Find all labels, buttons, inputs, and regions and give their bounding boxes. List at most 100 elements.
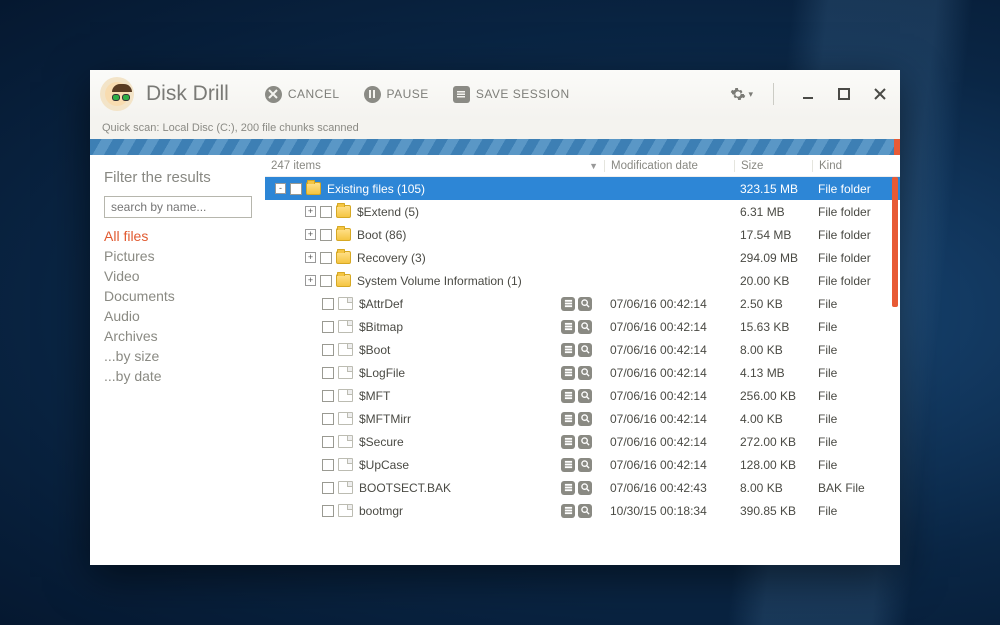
row-size: 272.00 KB xyxy=(734,435,812,449)
pause-button[interactable]: PAUSE xyxy=(358,82,435,107)
row-name: Existing files (105) xyxy=(327,182,425,196)
preview-magnify-icon[interactable] xyxy=(578,504,592,518)
row-date: 07/06/16 00:42:14 xyxy=(604,435,734,449)
row-kind: File folder xyxy=(812,228,890,242)
preview-list-icon[interactable] xyxy=(561,389,575,403)
table-row[interactable]: -Existing files (105)323.15 MBFile folde… xyxy=(265,177,900,200)
table-row[interactable]: +System Volume Information (1)20.00 KBFi… xyxy=(265,269,900,292)
table-row[interactable]: +$Extend (5)6.31 MBFile folder xyxy=(265,200,900,223)
table-row[interactable]: $Bitmap07/06/16 00:42:1415.63 KBFile xyxy=(265,315,900,338)
preview-list-icon[interactable] xyxy=(561,297,575,311)
preview-list-icon[interactable] xyxy=(561,320,575,334)
app-logo xyxy=(100,77,134,111)
scrollbar-thumb[interactable] xyxy=(892,177,898,307)
file-list: 247 items ▼ Modification date Size Kind … xyxy=(265,155,900,565)
row-checkbox[interactable] xyxy=(322,390,334,402)
table-row[interactable]: $MFT07/06/16 00:42:14256.00 KBFile xyxy=(265,384,900,407)
preview-list-icon[interactable] xyxy=(561,458,575,472)
filter-all-files[interactable]: All files xyxy=(104,226,251,246)
row-checkbox[interactable] xyxy=(320,275,332,287)
row-checkbox[interactable] xyxy=(322,367,334,379)
table-row[interactable]: bootmgr10/30/15 00:18:34390.85 KBFile xyxy=(265,499,900,522)
column-kind[interactable]: Kind xyxy=(812,160,890,172)
preview-list-icon[interactable] xyxy=(561,435,575,449)
row-checkbox[interactable] xyxy=(320,206,332,218)
preview-list-icon[interactable] xyxy=(561,412,575,426)
column-size[interactable]: Size xyxy=(734,160,812,172)
row-checkbox[interactable] xyxy=(322,413,334,425)
table-row[interactable]: +Recovery (3)294.09 MBFile folder xyxy=(265,246,900,269)
filter--by-date[interactable]: ...by date xyxy=(104,366,251,386)
preview-magnify-icon[interactable] xyxy=(578,412,592,426)
row-checkbox[interactable] xyxy=(322,344,334,356)
row-kind: File xyxy=(812,389,890,403)
preview-magnify-icon[interactable] xyxy=(578,435,592,449)
row-kind: File xyxy=(812,366,890,380)
scrollbar[interactable] xyxy=(892,177,898,565)
expand-icon[interactable]: + xyxy=(305,229,316,240)
column-date[interactable]: Modification date xyxy=(604,160,734,172)
save-session-label: SAVE SESSION xyxy=(476,87,570,101)
row-checkbox[interactable] xyxy=(322,436,334,448)
expand-icon[interactable]: + xyxy=(305,275,316,286)
row-kind: File folder xyxy=(812,251,890,265)
row-checkbox[interactable] xyxy=(322,459,334,471)
preview-list-icon[interactable] xyxy=(561,481,575,495)
cancel-button[interactable]: CANCEL xyxy=(259,82,346,107)
table-row[interactable]: $MFTMirr07/06/16 00:42:144.00 KBFile xyxy=(265,407,900,430)
row-checkbox[interactable] xyxy=(290,183,302,195)
file-icon xyxy=(338,412,353,425)
preview-magnify-icon[interactable] xyxy=(578,481,592,495)
table-row[interactable]: $Boot07/06/16 00:42:148.00 KBFile xyxy=(265,338,900,361)
preview-magnify-icon[interactable] xyxy=(578,320,592,334)
preview-magnify-icon[interactable] xyxy=(578,458,592,472)
table-row[interactable]: $AttrDef07/06/16 00:42:142.50 KBFile xyxy=(265,292,900,315)
filter-video[interactable]: Video xyxy=(104,266,251,286)
row-name: $Extend (5) xyxy=(357,205,419,219)
table-row[interactable]: $LogFile07/06/16 00:42:144.13 MBFile xyxy=(265,361,900,384)
table-row[interactable]: $Secure07/06/16 00:42:14272.00 KBFile xyxy=(265,430,900,453)
row-size: 128.00 KB xyxy=(734,458,812,472)
settings-button[interactable]: ▾ xyxy=(730,86,753,102)
row-checkbox[interactable] xyxy=(320,252,332,264)
column-name[interactable]: 247 items ▼ xyxy=(265,160,604,172)
table-row[interactable]: BOOTSECT.BAK07/06/16 00:42:438.00 KBBAK … xyxy=(265,476,900,499)
row-checkbox[interactable] xyxy=(320,229,332,241)
row-date: 07/06/16 00:42:14 xyxy=(604,297,734,311)
table-row[interactable]: +Boot (86)17.54 MBFile folder xyxy=(265,223,900,246)
app-window: Disk Drill CANCEL PAUSE SAVE SESSION ▾ Q… xyxy=(90,70,900,565)
filter-pictures[interactable]: Pictures xyxy=(104,246,251,266)
table-row[interactable]: $UpCase07/06/16 00:42:14128.00 KBFile xyxy=(265,453,900,476)
filter-documents[interactable]: Documents xyxy=(104,286,251,306)
expand-icon[interactable]: + xyxy=(305,252,316,263)
row-name: $LogFile xyxy=(359,366,405,380)
row-size: 8.00 KB xyxy=(734,481,812,495)
save-session-button[interactable]: SAVE SESSION xyxy=(447,82,576,107)
preview-magnify-icon[interactable] xyxy=(578,297,592,311)
row-name: $Bitmap xyxy=(359,320,403,334)
row-checkbox[interactable] xyxy=(322,321,334,333)
row-checkbox[interactable] xyxy=(322,505,334,517)
expand-icon[interactable]: + xyxy=(305,206,316,217)
collapse-icon[interactable]: - xyxy=(275,183,286,194)
maximize-button[interactable] xyxy=(834,84,854,104)
preview-magnify-icon[interactable] xyxy=(578,389,592,403)
preview-list-icon[interactable] xyxy=(561,504,575,518)
preview-list-icon[interactable] xyxy=(561,366,575,380)
filter-audio[interactable]: Audio xyxy=(104,306,251,326)
close-button[interactable] xyxy=(870,84,890,104)
row-checkbox[interactable] xyxy=(322,298,334,310)
folder-icon xyxy=(336,228,351,241)
search-input[interactable] xyxy=(104,196,252,218)
row-checkbox[interactable] xyxy=(322,482,334,494)
minimize-button[interactable] xyxy=(798,84,818,104)
row-size: 15.63 KB xyxy=(734,320,812,334)
row-size: 4.00 KB xyxy=(734,412,812,426)
preview-list-icon[interactable] xyxy=(561,343,575,357)
preview-magnify-icon[interactable] xyxy=(578,366,592,380)
filter--by-size[interactable]: ...by size xyxy=(104,346,251,366)
preview-magnify-icon[interactable] xyxy=(578,343,592,357)
filter-archives[interactable]: Archives xyxy=(104,326,251,346)
file-icon xyxy=(338,481,353,494)
row-size: 4.13 MB xyxy=(734,366,812,380)
